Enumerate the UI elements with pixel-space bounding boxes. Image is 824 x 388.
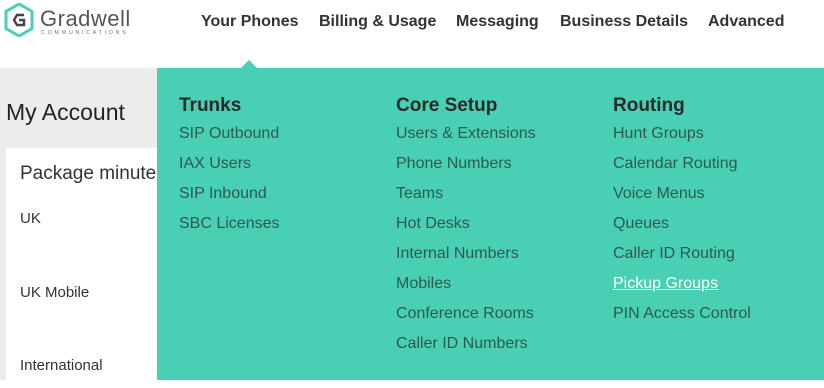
nav-billing-usage[interactable]: Billing & Usage [319, 13, 436, 31]
menu-item-phone-numbers[interactable]: Phone Numbers [396, 155, 512, 173]
row-label-uk: UK [20, 210, 41, 227]
logo-wordmark: Gradwell [40, 6, 131, 31]
menu-heading-trunks: Trunks [179, 95, 242, 116]
menu-item-caller-id-routing[interactable]: Caller ID Routing [613, 245, 735, 263]
card-title: Package minute [20, 163, 157, 184]
menu-item-teams[interactable]: Teams [396, 185, 443, 203]
menu-item-pickup-groups[interactable]: Pickup Groups [613, 275, 718, 293]
menu-item-hot-desks[interactable]: Hot Desks [396, 215, 470, 233]
row-label-uk-mobile: UK Mobile [20, 284, 90, 301]
menu-heading-routing: Routing [613, 95, 685, 116]
gradwell-logo[interactable]: Gradwell COMMUNICATIONS [4, 3, 164, 43]
menu-item-internal-numbers[interactable]: Internal Numbers [396, 245, 519, 263]
menu-item-sbc-licenses[interactable]: SBC Licenses [179, 215, 280, 233]
menu-item-users-extensions[interactable]: Users & Extensions [396, 125, 536, 143]
menu-item-hunt-groups[interactable]: Hunt Groups [613, 125, 704, 143]
nav-your-phones[interactable]: Your Phones [201, 13, 299, 31]
row-label-international: International [20, 357, 103, 374]
nav-advanced[interactable]: Advanced [708, 13, 784, 31]
menu-item-pin-access-control[interactable]: PIN Access Control [613, 305, 751, 323]
nav-business-details[interactable]: Business Details [560, 13, 688, 31]
menu-item-mobiles[interactable]: Mobiles [396, 275, 451, 293]
menu-item-sip-outbound[interactable]: SIP Outbound [179, 125, 279, 143]
page-title: My Account [6, 99, 125, 125]
logo-hexagon-icon [4, 3, 34, 37]
menu-item-calendar-routing[interactable]: Calendar Routing [613, 155, 738, 173]
menu-item-conference-rooms[interactable]: Conference Rooms [396, 305, 534, 323]
menu-heading-core-setup: Core Setup [396, 95, 498, 116]
menu-item-caller-id-numbers[interactable]: Caller ID Numbers [396, 335, 528, 353]
menu-item-iax-users[interactable]: IAX Users [179, 155, 251, 173]
nav-messaging[interactable]: Messaging [456, 13, 539, 31]
top-header: Gradwell COMMUNICATIONS Your Phones Bill… [0, 0, 824, 68]
logo-tagline: COMMUNICATIONS [41, 30, 129, 36]
menu-item-voice-menus[interactable]: Voice Menus [613, 185, 705, 203]
menu-item-sip-inbound[interactable]: SIP Inbound [179, 185, 267, 203]
menu-item-queues[interactable]: Queues [613, 215, 669, 233]
